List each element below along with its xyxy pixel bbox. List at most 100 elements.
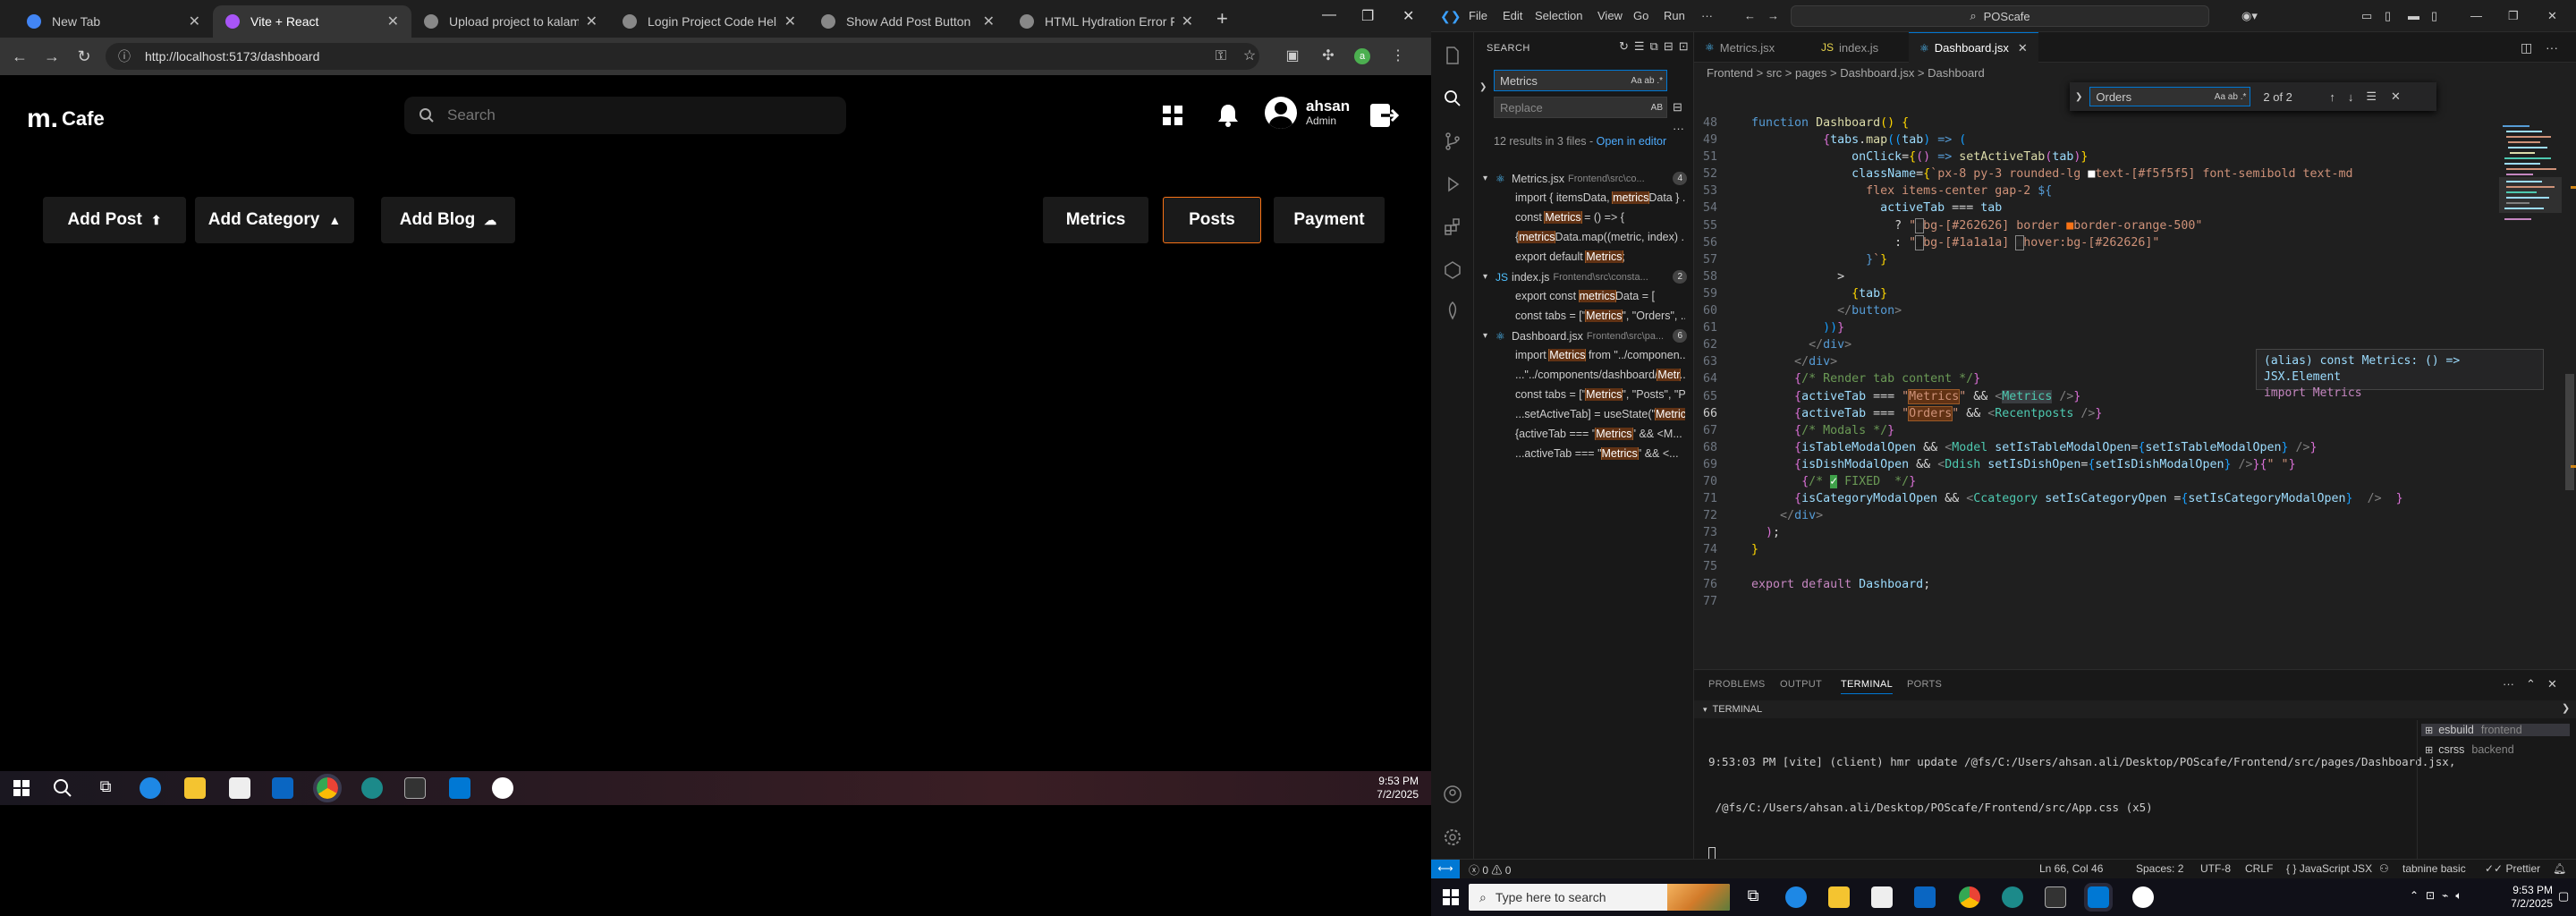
panel-tab-ports[interactable]: PORTS — [1907, 679, 1942, 690]
browser-tab[interactable]: Upload project to kalams.org✕ — [411, 5, 610, 38]
find-input[interactable]: Orders Aa ab .* — [2089, 87, 2251, 106]
new-tab-icon[interactable]: + — [1216, 7, 1228, 30]
kebab-menu-icon[interactable]: ⋮ — [1390, 48, 1406, 64]
windows-start-icon[interactable] — [1440, 886, 1462, 908]
command-center[interactable]: ⌕ POScafe — [1791, 5, 2209, 27]
chevron-down-icon[interactable]: ▾ — [1703, 705, 1707, 714]
app-logo[interactable]: m. Cafe — [27, 104, 105, 134]
menu-selection[interactable]: Selection — [1535, 9, 1582, 22]
browser-tab[interactable]: HTML Hydration Error Fix ✕ — [1007, 5, 1206, 38]
maximize-panel-icon[interactable]: ⌃ — [2526, 677, 2536, 691]
notification-center-icon[interactable]: ▢ — [2558, 889, 2569, 903]
account-icon[interactable] — [1442, 784, 1463, 805]
menu-view[interactable]: View — [1597, 9, 1623, 22]
puzzle-icon[interactable]: ✣ — [1320, 48, 1336, 64]
next-match-icon[interactable]: ↓ — [2348, 90, 2354, 104]
vscode-taskbar-icon[interactable] — [2084, 883, 2113, 912]
close-window-icon[interactable]: ✕ — [2547, 9, 2557, 23]
split-editor-icon[interactable]: ◫ — [2521, 40, 2532, 55]
maximize-icon[interactable]: ❐ — [1361, 7, 1374, 25]
profile-avatar-icon[interactable]: a — [1354, 48, 1370, 64]
toggle-panel-icon[interactable]: ▬ — [2408, 9, 2419, 22]
notifications-bell-icon[interactable]: 🔔︎ — [2553, 862, 2566, 875]
windows-start-icon[interactable] — [11, 777, 32, 799]
add-category-button[interactable]: Add Category ▲ — [195, 197, 354, 243]
cursor-position[interactable]: Ln 66, Col 46 — [2039, 862, 2103, 875]
system-tray-icons[interactable]: ⌃⊡⌁🔈︎ — [2410, 889, 2470, 903]
app-icon[interactable] — [492, 777, 513, 799]
mail-icon[interactable] — [1914, 886, 1936, 908]
app-icon[interactable] — [361, 777, 383, 799]
menu-run[interactable]: Run — [1664, 9, 1685, 22]
vscode-taskbar-icon[interactable] — [449, 777, 470, 799]
panel-tab-problems[interactable]: PROBLEMS — [1708, 679, 1766, 690]
encoding[interactable]: UTF-8 — [2200, 862, 2231, 875]
browser-tab[interactable]: Show Add Post Button ✕ — [809, 5, 1007, 38]
close-icon[interactable]: ✕ — [784, 13, 796, 30]
nav-back-icon[interactable]: ← — [1744, 9, 1756, 22]
search-actions-icon[interactable]: ↻☰⧉⊟⊡ — [1619, 39, 1694, 54]
toggle-replace-icon[interactable]: ❯ — [2075, 92, 2082, 102]
more-actions-icon[interactable]: ··· — [2546, 40, 2558, 55]
taskbar-search-box[interactable]: ⌕ Type here to search — [1469, 884, 1730, 911]
result-file[interactable]: ▾ ⚛ Dashboard.jsx Frontend\src\pa... 6 — [1483, 329, 1689, 343]
find-options-icon[interactable]: Aa ab .* — [2215, 92, 2247, 102]
open-in-editor-link[interactable]: Open in editor — [1597, 135, 1667, 148]
forward-icon[interactable]: → — [36, 47, 68, 66]
layout-icon[interactable]: ▭ — [2361, 9, 2372, 23]
terminal-item-esbuild[interactable]: ⊞ esbuild frontend — [2421, 724, 2570, 736]
close-icon[interactable]: ✕ — [1182, 13, 1193, 30]
search-options-icon[interactable]: Aa ab .* — [1631, 76, 1663, 86]
tab-metrics[interactable]: Metrics — [1043, 197, 1148, 243]
result-match[interactable]: const tabs = ["Metrics", "Orders", ... — [1515, 310, 1685, 322]
previous-match-icon[interactable]: ↑ — [2329, 90, 2335, 104]
toggle-secondary-icon[interactable]: ▯ — [2431, 9, 2437, 23]
explorer-icon[interactable] — [1442, 45, 1463, 66]
find-in-selection-icon[interactable]: ☰ — [2366, 89, 2377, 104]
close-icon[interactable]: ✕ — [2391, 89, 2401, 104]
source-control-icon[interactable] — [1442, 131, 1463, 152]
close-window-icon[interactable]: ✕ — [1402, 7, 1414, 25]
clock[interactable]: 9:53 PM 7/2/2025 — [1377, 775, 1419, 802]
reload-icon[interactable]: ↻ — [68, 47, 100, 66]
result-match[interactable]: ...activeTab === "Metrics" && <... — [1515, 447, 1685, 460]
result-match[interactable]: export default Metrics; — [1515, 250, 1685, 263]
result-file[interactable]: ▾ ⚛ Metrics.jsx Frontend\src\co... 4 — [1483, 172, 1689, 185]
chrome-icon[interactable] — [1959, 886, 1980, 908]
result-match[interactable]: const tabs = ["Metrics", "Posts", "P... — [1515, 388, 1685, 401]
site-info-icon[interactable]: ⓘ — [118, 47, 131, 65]
replace-input[interactable]: Replace AB — [1494, 97, 1667, 118]
tabnine-status[interactable]: tabnine basic — [2402, 862, 2466, 875]
breadcrumb[interactable]: Frontend > src > pages > Dashboard.jsx >… — [1707, 66, 1985, 80]
terminal-icon[interactable] — [2045, 886, 2066, 908]
chrome-icon[interactable] — [313, 774, 342, 802]
file-explorer-icon[interactable] — [184, 777, 206, 799]
result-match[interactable]: import Metrics from "../componen... — [1515, 349, 1685, 361]
prettier-status[interactable]: ✓✓ Prettier — [2485, 862, 2540, 875]
result-match[interactable]: import { itemsData, metricsData } ... — [1515, 191, 1685, 204]
more-options-icon[interactable]: ··· — [1673, 122, 1684, 135]
app-icon[interactable] — [2002, 886, 2023, 908]
menu-edit[interactable]: Edit — [1503, 9, 1522, 22]
menu-go[interactable]: Go — [1633, 9, 1648, 22]
close-icon[interactable]: ✕ — [586, 13, 597, 30]
result-file[interactable]: ▾ JS index.js Frontend\src\consta... 2 — [1483, 270, 1689, 284]
editor-tab-index[interactable]: JS index.js — [1810, 32, 1889, 63]
language-mode[interactable]: { } JavaScript JSX — [2286, 862, 2372, 875]
tab-payment[interactable]: Payment — [1274, 197, 1385, 243]
grid-icon[interactable] — [1159, 102, 1186, 129]
menu-file[interactable]: File — [1469, 9, 1487, 22]
replace-all-icon[interactable]: ⊟ — [1673, 100, 1682, 114]
editor-tab-dashboard[interactable]: ⚛ Dashboard.jsx ✕ — [1909, 32, 2038, 63]
browser-tab[interactable]: New Tab ✕ — [14, 5, 213, 38]
app-icon[interactable] — [2132, 886, 2154, 908]
close-icon[interactable]: ✕ — [387, 13, 399, 30]
add-post-button[interactable]: Add Post ⬆ — [43, 197, 186, 243]
result-match[interactable]: {activeTab === "Metrics" && <M... — [1515, 428, 1685, 440]
logout-icon[interactable] — [1368, 100, 1399, 131]
more-actions-icon[interactable]: ··· — [2503, 677, 2514, 691]
remote-icon[interactable]: ⟷ — [1431, 860, 1460, 879]
browser-tab[interactable]: Login Project Code Help ✕ — [610, 5, 809, 38]
minimap[interactable] — [2499, 122, 2562, 265]
edge-icon[interactable] — [1785, 886, 1807, 908]
